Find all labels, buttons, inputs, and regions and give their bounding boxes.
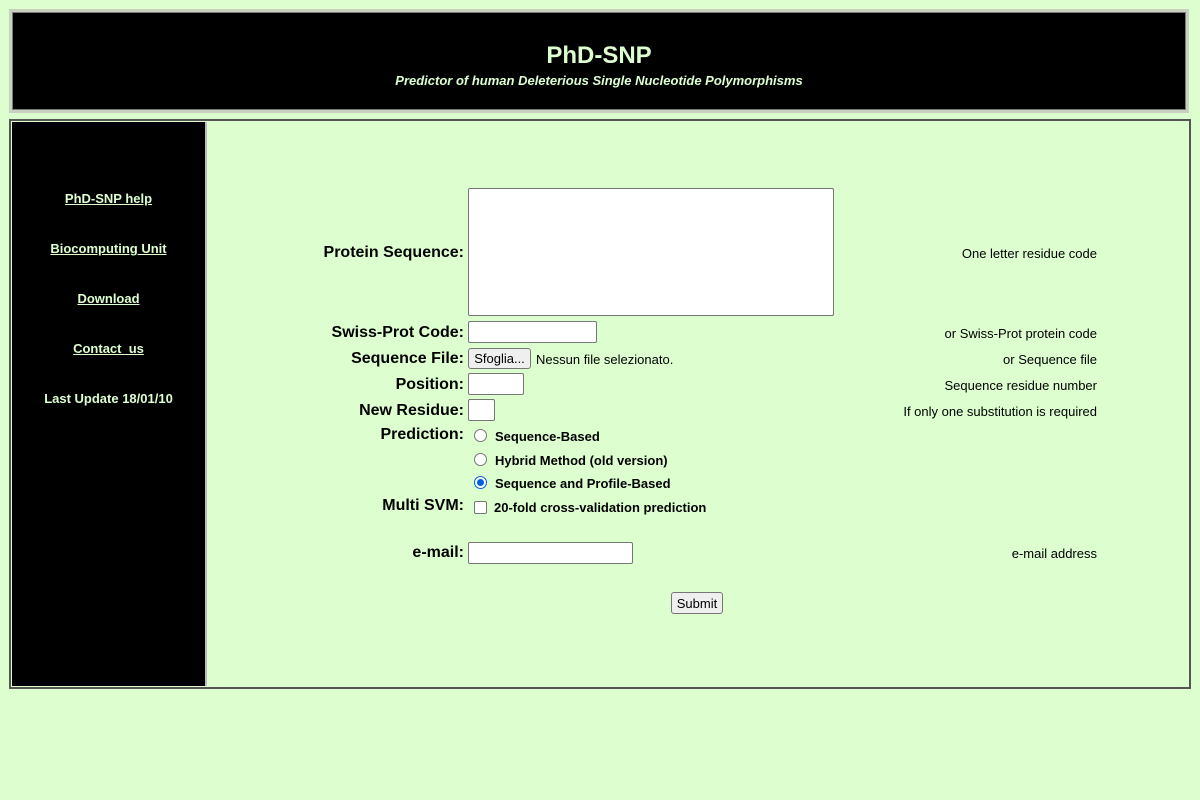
protein-sequence-label: Protein Sequence: [323,244,464,261]
prediction-option-label: Sequence-Based [495,429,600,444]
swissprot-code-label: Swiss-Prot Code: [331,324,464,341]
file-browse-button[interactable]: Sfoglia... [468,348,531,369]
sequence-file-hint: or Sequence file [1003,352,1097,367]
sidebar-link-download[interactable]: Download [12,291,205,306]
sidebar-link-contact[interactable]: Contact us [12,341,205,356]
position-hint: Sequence residue number [944,378,1098,393]
sequence-file-label: Sequence File: [351,350,464,367]
multi-svm-label: Multi SVM: [382,497,464,514]
prediction-radio-profile-based[interactable] [474,476,487,489]
email-label: e-mail: [412,544,464,561]
prediction-radio-sequence-based[interactable] [474,429,487,442]
prediction-label: Prediction: [380,426,464,443]
new-residue-label: New Residue: [359,402,464,419]
submission-form: Protein Sequence: One letter residue cod… [207,122,1189,686]
new-residue-hint: If only one substitution is required [903,404,1097,419]
email-hint: e-mail address [1011,546,1097,561]
sidebar: PhD-SNP help Biocomputing Unit Download … [12,122,207,686]
new-residue-input[interactable] [468,399,495,421]
sidebar-link-help[interactable]: PhD-SNP help [12,191,205,206]
prediction-option-label: Sequence and Profile-Based [495,476,671,491]
sidebar-link-biocomputing[interactable]: Biocomputing Unit [12,241,205,256]
position-label: Position: [395,376,464,393]
page-header: PhD-SNP Predictor of human Deleterious S… [9,9,1189,113]
main-frame: PhD-SNP help Biocomputing Unit Download … [9,119,1191,689]
protein-sequence-hint: One letter residue code [961,246,1097,261]
email-input[interactable] [468,542,633,564]
multi-svm-checkbox[interactable] [474,501,487,514]
file-status-text: Nessun file selezionato. [536,352,674,367]
swissprot-code-input[interactable] [468,321,597,343]
page-subtitle: Predictor of human Deleterious Single Nu… [395,73,803,88]
page-title: PhD-SNP [546,42,652,69]
multi-svm-option-label: 20-fold cross-validation prediction [494,500,707,515]
prediction-option-label: Hybrid Method (old version) [495,453,668,468]
position-input[interactable] [468,373,524,395]
protein-sequence-textarea[interactable] [468,188,834,316]
last-update: Last Update 18/01/10 [44,391,173,406]
swissprot-code-hint: or Swiss-Prot protein code [944,326,1097,341]
submit-button[interactable]: Submit [671,592,723,614]
prediction-radio-hybrid[interactable] [474,453,487,466]
